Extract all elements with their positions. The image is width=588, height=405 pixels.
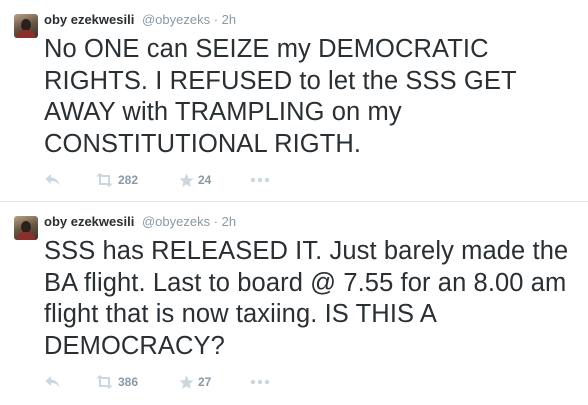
tweet-text: SSS has RELEASED IT. Just barely made th… xyxy=(44,237,569,360)
avatar[interactable] xyxy=(14,216,38,240)
timestamp[interactable]: 2h xyxy=(222,12,236,27)
retweet-count: 386 xyxy=(118,375,139,389)
reply-button[interactable] xyxy=(44,372,61,392)
favorite-button[interactable]: 27 xyxy=(179,372,211,392)
tweet[interactable]: oby ezekwesili @obyezeks · 2h SSS has RE… xyxy=(0,202,588,404)
author-name[interactable]: oby ezekwesili xyxy=(44,12,134,27)
reply-button[interactable] xyxy=(44,170,61,190)
retweet-button[interactable]: 282 xyxy=(95,170,138,190)
favorite-count: 24 xyxy=(198,173,212,187)
more-button[interactable] xyxy=(250,372,270,392)
favorite-button[interactable]: 24 xyxy=(179,170,211,190)
author-name[interactable]: oby ezekwesili xyxy=(44,214,134,229)
tweet-header: oby ezekwesili @obyezeks · 2h xyxy=(44,12,236,28)
more-button[interactable] xyxy=(250,170,270,190)
tweet-text: No ONE can SEIZE my DEMOCRATIC RIGHTS. I… xyxy=(44,35,517,158)
timestamp[interactable]: 2h xyxy=(222,214,236,229)
tweet[interactable]: oby ezekwesili @obyezeks · 2h No ONE can… xyxy=(0,0,588,202)
more-icon xyxy=(250,177,270,183)
retweet-button[interactable]: 386 xyxy=(95,372,138,392)
author-handle[interactable]: @obyezeks xyxy=(142,214,210,229)
retweet-icon xyxy=(96,375,113,389)
avatar[interactable] xyxy=(14,14,38,38)
star-icon xyxy=(179,375,194,389)
separator-dot: · xyxy=(213,214,219,229)
star-icon xyxy=(179,173,194,187)
retweet-icon xyxy=(96,173,113,187)
reply-icon xyxy=(45,376,60,388)
more-icon xyxy=(250,379,270,385)
reply-icon xyxy=(45,174,60,186)
avatar-shirt xyxy=(17,30,35,38)
retweet-count: 282 xyxy=(118,173,139,187)
tweet-header: oby ezekwesili @obyezeks · 2h xyxy=(44,214,236,230)
avatar-shirt xyxy=(17,232,35,240)
favorite-count: 27 xyxy=(198,375,212,389)
author-handle[interactable]: @obyezeks xyxy=(142,12,210,27)
separator-dot: · xyxy=(213,12,219,27)
